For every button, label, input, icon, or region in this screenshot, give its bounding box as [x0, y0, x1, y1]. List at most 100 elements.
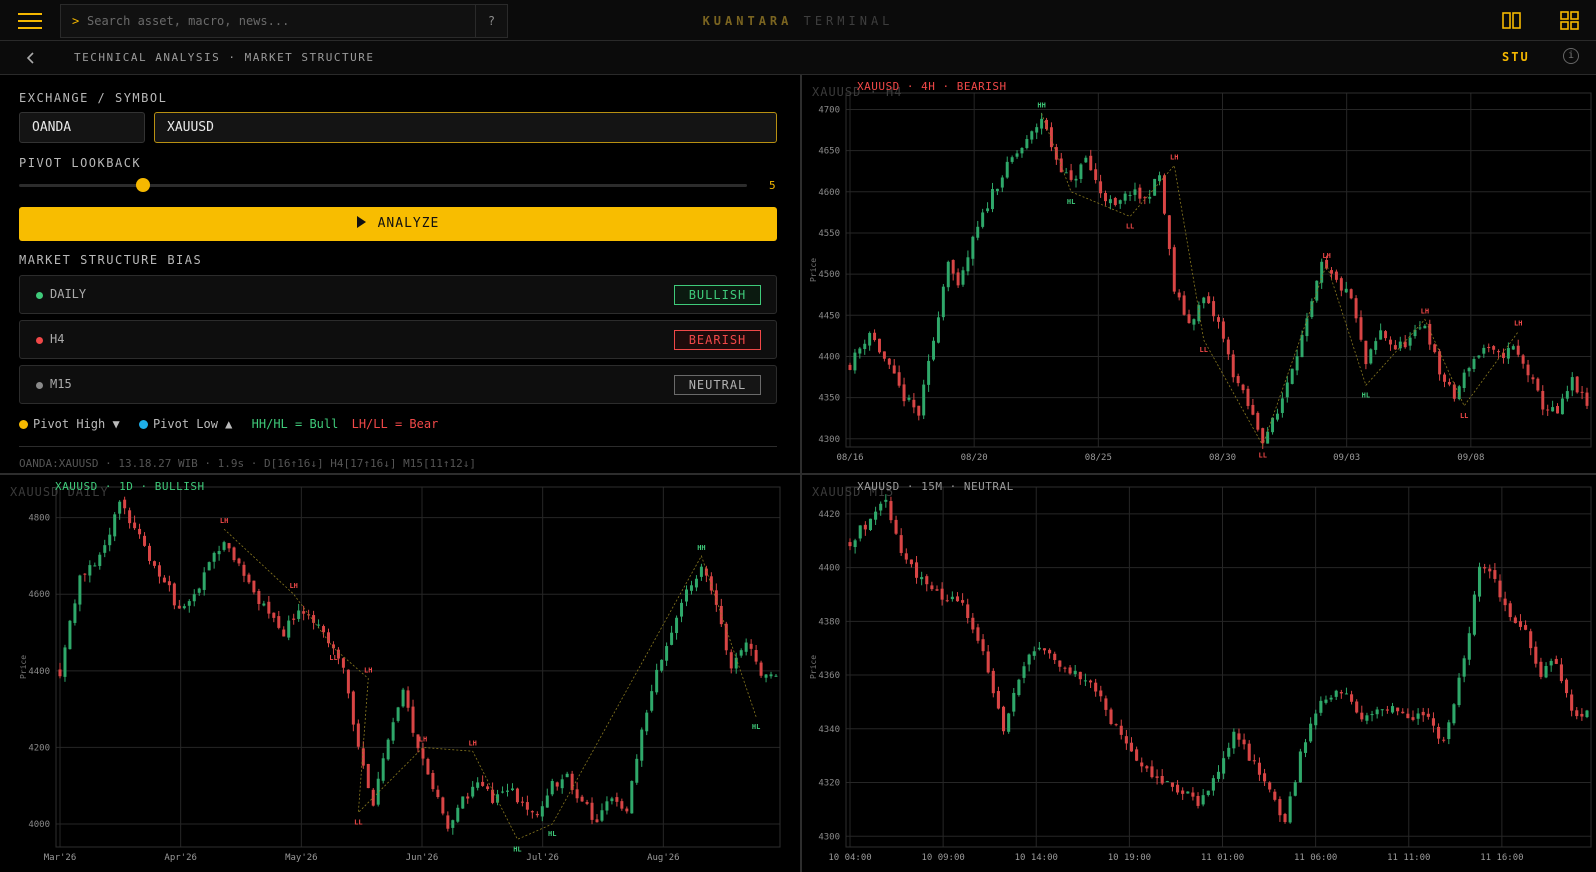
user-badge[interactable]: STU	[1502, 50, 1530, 64]
candle-body	[935, 589, 939, 591]
candle-body	[550, 780, 554, 795]
candle-body	[1148, 196, 1152, 199]
pivot-high-dot-icon	[19, 420, 28, 429]
y-tick-label: 4320	[818, 779, 840, 789]
candle-body	[595, 819, 599, 823]
candle-body	[680, 602, 684, 617]
back-chevron-icon[interactable]	[22, 49, 40, 67]
candle-body	[1124, 736, 1128, 744]
candle-body	[1452, 704, 1456, 724]
candle-body	[157, 565, 161, 577]
candle-body	[456, 807, 460, 822]
bias-section-title: MARKET STRUCTURE BIAS	[19, 253, 203, 267]
analyze-button[interactable]: ANALYZE	[19, 207, 777, 241]
divider	[19, 446, 777, 447]
candle-body	[575, 789, 579, 799]
candle-body	[1140, 762, 1144, 767]
candle-body	[1048, 649, 1052, 654]
candle-body	[670, 632, 674, 645]
candle-body	[1135, 749, 1139, 761]
candle-body	[1182, 295, 1186, 315]
chart-m15[interactable]: 4420 4400 4380 4360 4340 4320 4300 10 04:00 10 0…	[802, 475, 1596, 872]
y-tick-label: 4700	[818, 105, 840, 115]
candle-body	[1379, 330, 1383, 340]
candle-body	[729, 652, 733, 669]
search-input[interactable]	[87, 9, 467, 33]
info-icon[interactable]: i	[1563, 48, 1579, 64]
y-tick-label: 4000	[28, 820, 50, 830]
bias-dot	[36, 337, 43, 344]
help-button[interactable]: ?	[475, 5, 507, 37]
y-tick-label: 4600	[818, 188, 840, 198]
candle-body	[961, 270, 965, 285]
candle-body	[950, 596, 954, 600]
candle-body	[257, 590, 261, 604]
candle-body	[1283, 813, 1287, 823]
x-tick-label: 10 04:00	[828, 853, 871, 863]
grid-layout-icon[interactable]	[1557, 8, 1583, 34]
split-layout-icon[interactable]	[1499, 8, 1525, 34]
candle-body	[1380, 709, 1384, 711]
candle-body	[1524, 625, 1528, 630]
candle-body	[1261, 428, 1265, 444]
candle-body	[212, 552, 216, 562]
candle-body	[1078, 671, 1082, 680]
pivot-label: LH	[468, 739, 476, 747]
legend-bull: HH/HL = Bull	[251, 417, 339, 431]
candle-body	[148, 545, 151, 561]
bias-dot	[36, 292, 43, 299]
candle-body	[118, 501, 122, 514]
candle-body	[655, 669, 659, 693]
candle-body	[108, 534, 112, 546]
candle-body	[986, 651, 990, 673]
slider-thumb[interactable]	[135, 178, 150, 192]
candle-body	[764, 674, 768, 678]
candle-body	[1396, 707, 1400, 712]
candle-body	[247, 574, 251, 583]
candle-body	[1365, 715, 1369, 721]
candle-body	[1423, 325, 1427, 329]
symbol-label: EXCHANGE / SYMBOL	[19, 91, 168, 105]
candle-body	[272, 612, 276, 618]
candle-body	[699, 566, 703, 577]
x-tick-label: Apr'26	[164, 853, 197, 863]
candle-body	[936, 317, 940, 343]
candle-body	[1401, 711, 1405, 714]
candle-body	[1128, 195, 1132, 197]
y-tick-label: 4400	[28, 667, 50, 677]
candle-body	[113, 514, 117, 537]
x-tick-label: Jul'26	[526, 853, 559, 863]
chart-daily[interactable]: 4800 4600 4400 4200 4000 Mar'26 Apr'26 May'26 Ju…	[0, 475, 800, 872]
hamburger-menu-icon[interactable]	[8, 6, 52, 36]
x-tick-label: 10 19:00	[1108, 853, 1151, 863]
candle-body	[685, 589, 688, 602]
candle-body	[1334, 690, 1338, 697]
candle-body	[143, 535, 147, 546]
candle-body	[1278, 799, 1282, 816]
candle-body	[1181, 790, 1185, 794]
bias-timeframe: H4	[50, 332, 65, 346]
candle-body	[976, 627, 980, 641]
x-tick-label: Jun'26	[406, 853, 439, 863]
exchange-input[interactable]	[19, 112, 145, 143]
chart-title: XAUUSD · 15M · NEUTRAL	[857, 480, 1014, 493]
pivot-label: HL	[1067, 198, 1075, 206]
candle-body	[590, 802, 594, 820]
symbol-input[interactable]	[154, 112, 777, 143]
candle-body	[1426, 713, 1430, 717]
candle-body	[1498, 580, 1502, 598]
candle-body	[1355, 701, 1359, 713]
candle-body	[172, 583, 176, 606]
candle-body	[650, 691, 654, 711]
pivot-lookback-slider[interactable]	[19, 184, 747, 187]
candle-body	[451, 820, 455, 828]
x-tick-label: 08/30	[1209, 453, 1236, 463]
candle-body	[476, 782, 480, 788]
chart-h4[interactable]: 4700 4650 4600 4550 4500 4450 4400 4350 4300 08/1…	[802, 75, 1596, 473]
candle-body	[297, 610, 301, 619]
candle-body	[1217, 317, 1220, 322]
candle-body	[1319, 700, 1323, 713]
candle-body	[78, 575, 82, 605]
candle-body	[956, 272, 960, 286]
candle-body	[282, 629, 286, 637]
